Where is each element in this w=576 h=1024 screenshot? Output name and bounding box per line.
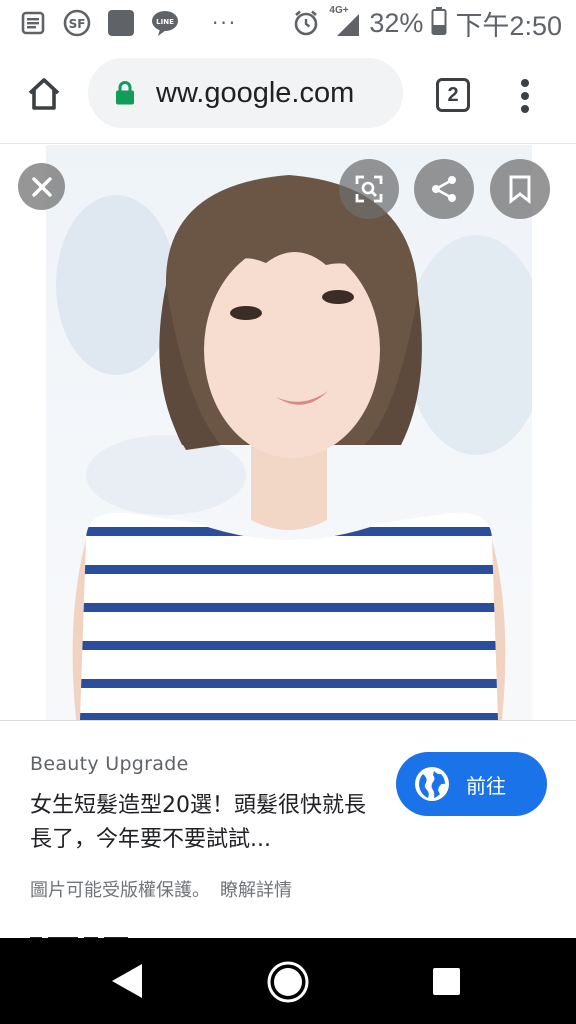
alarm-icon — [291, 8, 321, 38]
tab-switcher-button[interactable]: 2 — [436, 78, 470, 112]
screen: SF LINE ··· 4G+ 32% 下午2:50 ww.google.com… — [0, 0, 576, 1024]
learn-more-link[interactable]: 瞭解詳情 — [220, 880, 292, 901]
home-icon — [28, 78, 60, 110]
close-button[interactable] — [18, 163, 65, 210]
line-icon: LINE — [150, 8, 180, 38]
image-viewer[interactable] — [0, 145, 576, 720]
tab-count: 2 — [447, 83, 459, 106]
browser-toolbar: ww.google.com 2 — [0, 46, 576, 144]
svg-text:SF: SF — [69, 17, 86, 31]
visit-label: 前往 — [466, 773, 506, 798]
globe-icon — [415, 767, 449, 801]
clock: 下午2:50 — [455, 10, 562, 41]
address-bar[interactable]: ww.google.com — [88, 58, 403, 128]
close-icon — [31, 176, 52, 197]
home-button[interactable] — [22, 72, 66, 116]
visit-button[interactable]: 前往 — [396, 752, 547, 816]
save-button[interactable] — [490, 159, 550, 219]
menu-dot-icon — [521, 92, 529, 100]
result-title[interactable]: 女生短髮造型20選！頭髮很快就長長了，今年要不要試試... — [30, 789, 380, 857]
bookmark-icon — [509, 175, 531, 204]
home-nav-icon[interactable] — [266, 960, 310, 1004]
notification-icons: SF LINE ··· — [18, 8, 237, 38]
result-info-panel: Beauty Upgrade 女生短髮造型20選！頭髮很快就長長了，今年要不要試… — [0, 720, 576, 941]
app-square-icon — [106, 8, 136, 38]
lock-icon — [116, 81, 134, 105]
back-icon[interactable] — [110, 962, 144, 1000]
copyright-text: 圖片可能受版權保護。 — [30, 880, 210, 901]
battery-percent: 32% — [369, 7, 424, 38]
menu-dot-icon — [521, 79, 529, 87]
url-text: ww.google.com — [156, 76, 355, 109]
source-site[interactable]: Beauty Upgrade — [30, 753, 189, 775]
lens-button[interactable] — [339, 159, 399, 219]
battery-icon — [431, 7, 447, 39]
result-photo[interactable] — [46, 145, 532, 720]
overflow-menu-button[interactable] — [512, 76, 538, 116]
more-notifications: ··· — [212, 11, 238, 35]
status-bar: SF LINE ··· 4G+ 32% 下午2:50 — [0, 0, 576, 46]
signal-icon: 4G+ — [329, 5, 361, 38]
system-nav-bar — [0, 938, 576, 1024]
recents-icon[interactable] — [433, 968, 460, 995]
news-icon — [18, 8, 48, 38]
share-icon — [432, 176, 456, 202]
svg-text:LINE: LINE — [156, 18, 174, 26]
sf-app-icon: SF — [62, 8, 92, 38]
share-button[interactable] — [414, 159, 474, 219]
system-icons: 4G+ 32% 下午2:50 — [291, 4, 562, 43]
lens-icon — [355, 175, 383, 203]
menu-dot-icon — [521, 105, 529, 113]
portrait-illustration — [56, 175, 532, 720]
copyright-notice: 圖片可能受版權保護。 瞭解詳情 — [30, 876, 292, 902]
